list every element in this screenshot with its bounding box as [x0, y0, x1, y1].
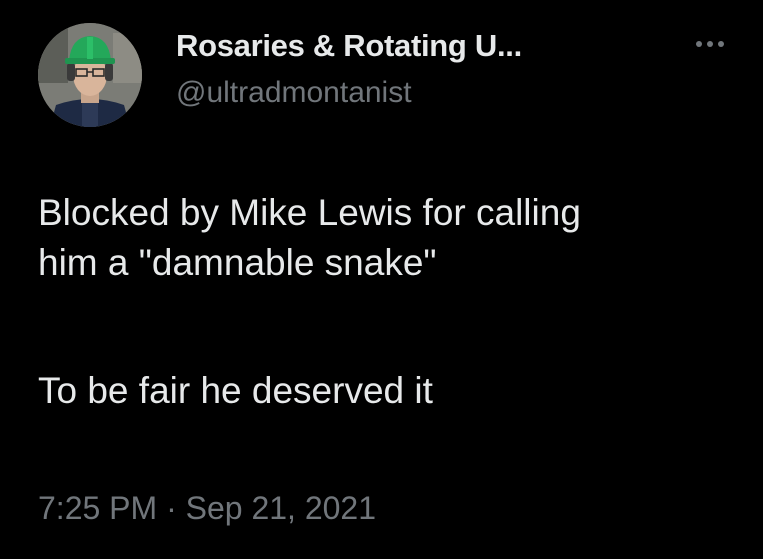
tweet-text: Blocked by Mike Lewis for calling him a …: [38, 188, 738, 416]
tweet-timestamp[interactable]: 7:25 PM · Sep 21, 2021: [38, 487, 376, 529]
more-horizontal-icon: [707, 41, 713, 47]
author-info: Rosaries & Rotating U... @ultradmontanis…: [176, 26, 522, 113]
tweet-card: Rosaries & Rotating U... @ultradmontanis…: [0, 0, 763, 559]
more-options-button[interactable]: [686, 32, 734, 56]
tweet-text-line: Blocked by Mike Lewis for calling: [38, 192, 581, 233]
author-display-name[interactable]: Rosaries & Rotating U...: [176, 26, 522, 66]
avatar-image: [38, 23, 142, 127]
tweet-text-line: To be fair he deserved it: [38, 370, 433, 411]
tweet-text-line: him a "damnable snake": [38, 242, 437, 283]
more-horizontal-icon: [718, 41, 724, 47]
author-handle[interactable]: @ultradmontanist: [176, 73, 522, 113]
more-horizontal-icon: [696, 41, 702, 47]
avatar[interactable]: [38, 23, 142, 127]
